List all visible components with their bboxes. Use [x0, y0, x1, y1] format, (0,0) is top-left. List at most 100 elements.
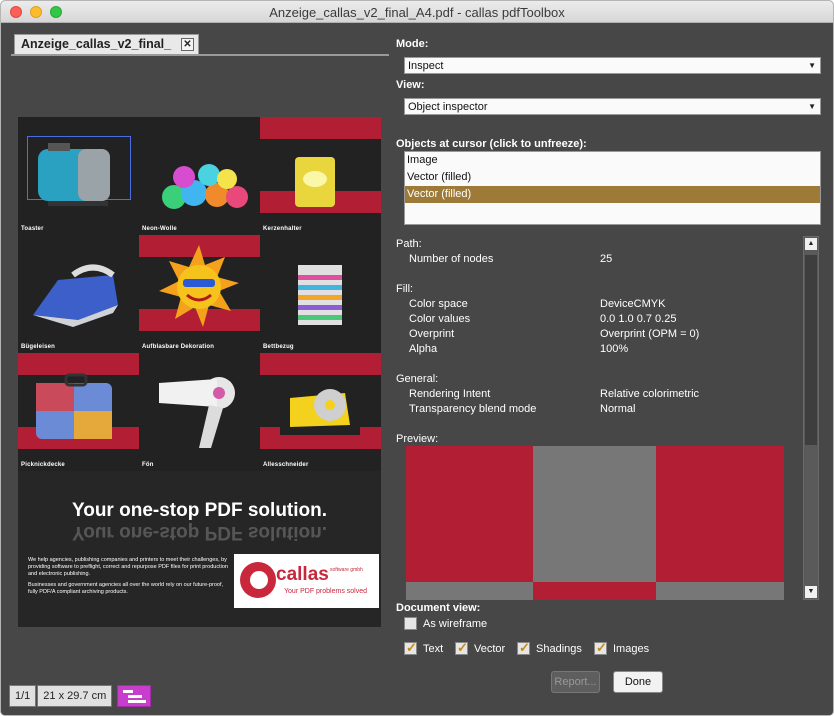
scroll-down-icon[interactable]: ▼ [805, 586, 817, 598]
chevron-down-icon: ▼ [808, 61, 816, 70]
wireframe-checkbox-box[interactable] [404, 617, 417, 630]
document-statusbar: 1/1 21 x 29.7 cm [9, 685, 152, 707]
path-heading: Path: [396, 238, 422, 250]
images-checkbox-box[interactable] [594, 640, 607, 656]
object-preview [406, 446, 784, 600]
shadings-checkbox-box[interactable] [517, 640, 530, 656]
list-item-selected[interactable]: Vector (filled) [405, 186, 820, 203]
pdf-page-preview[interactable]: Toaster Neon-Wolle Kerzenhalter Bügeleis… [18, 117, 381, 627]
toaster-icon [38, 143, 110, 206]
window-title: Anzeige_callas_v2_final_A4.pdf - callas … [269, 5, 565, 20]
fill-heading: Fill: [396, 283, 414, 295]
view-label: View: [396, 79, 425, 91]
ad-cell-picknickdecke[interactable]: Picknickdecke [18, 353, 139, 471]
overprint-label: Overprint [409, 328, 455, 340]
ad-cell-label: Aufblasbare Dekoration [142, 344, 215, 350]
color-space-label: Color space [409, 298, 468, 310]
structure-tree-icon[interactable] [117, 685, 152, 707]
preview-red-block [656, 446, 784, 582]
view-select-value: Object inspector [408, 101, 488, 113]
nodes-label: Number of nodes [409, 253, 494, 265]
page-size-indicator: 21 x 29.7 cm [37, 685, 113, 707]
ad-cell-neon-wolle[interactable]: Neon-Wolle [139, 117, 260, 235]
images-checkbox[interactable]: Images [594, 640, 650, 656]
mode-select-value: Inspect [408, 60, 444, 72]
color-values-value: 0.0 1.0 0.7 0.25 [600, 313, 677, 325]
ad-cell-buegeleisen[interactable]: Bügeleisen [18, 235, 139, 353]
ad-cell-label: Toaster [21, 226, 44, 232]
shadings-checkbox-label: Shadings [536, 642, 582, 655]
images-checkbox-label: Images [613, 642, 650, 655]
vector-checkbox-label: Vector [474, 642, 506, 655]
ad-body-paragraph: We help agencies, publishing companies a… [28, 557, 228, 577]
blend-mode-value: Normal [600, 403, 636, 415]
shadings-checkbox[interactable]: Shadings [517, 640, 582, 656]
title-bar: Anzeige_callas_v2_final_A4.pdf - callas … [1, 1, 833, 23]
slicer-icon [280, 389, 360, 435]
blend-mode-label: Transparency blend mode [409, 403, 537, 415]
document-tab-label: Anzeige_callas_v2_final_ [21, 37, 172, 51]
objects-label: Objects at cursor (click to unfreeze): [396, 138, 587, 150]
iron-icon [33, 264, 118, 327]
list-item[interactable]: Image [405, 152, 820, 169]
ad-cell-allesschneider[interactable]: Allesschneider [260, 353, 381, 471]
preview-red-block [533, 582, 656, 600]
rendering-intent-label: Rendering Intent [409, 388, 491, 400]
properties-scrollbar[interactable]: ▲ ▼ [803, 236, 819, 600]
mode-select[interactable]: Inspect ▼ [404, 57, 821, 74]
callas-logo-tagline: Your PDF problems solved [284, 588, 368, 595]
ad-cell-kerzenhalter[interactable]: Kerzenhalter [260, 117, 381, 235]
text-checkbox[interactable]: Text [404, 640, 444, 656]
ad-cell-label: Allesschneider [263, 462, 309, 468]
sun-icon [159, 245, 239, 327]
alpha-label: Alpha [409, 343, 438, 355]
hairdryer-icon [159, 377, 235, 448]
report-button[interactable]: Report... [551, 671, 600, 693]
ad-cell-aufblasbare-dekoration[interactable]: Aufblasbare Dekoration [139, 235, 260, 353]
bedding-icon [298, 265, 342, 325]
scroll-up-icon[interactable]: ▲ [805, 238, 817, 250]
ad-cell-label: Kerzenhalter [263, 226, 302, 232]
candle-holder-icon [295, 157, 335, 207]
ad-cell-toaster[interactable]: Toaster [18, 117, 139, 235]
done-button[interactable]: Done [613, 671, 663, 693]
chevron-down-icon: ▼ [808, 102, 816, 111]
picnic-blanket-icon [36, 373, 112, 439]
close-tab-icon[interactable]: ✕ [181, 38, 194, 51]
overprint-value: Overprint (OPM = 0) [600, 328, 700, 340]
ad-cell-label: Neon-Wolle [142, 226, 177, 232]
objects-list[interactable]: Image Vector (filled) Vector (filled) [404, 151, 821, 225]
document-pane: Anzeige_callas_v2_final_ ✕ Toaster Neon-… [1, 24, 389, 715]
general-heading: General: [396, 373, 439, 385]
preview-gray-block [533, 446, 656, 582]
vector-checkbox-box[interactable] [455, 640, 468, 656]
scroll-thumb[interactable] [805, 255, 817, 445]
document-tab[interactable]: Anzeige_callas_v2_final_ ✕ [14, 34, 199, 54]
callas-logo-mark [240, 562, 276, 598]
rendering-intent-value: Relative colorimetric [600, 388, 700, 400]
document-view-label: Document view: [396, 602, 481, 614]
vector-checkbox[interactable]: Vector [455, 640, 506, 656]
wireframe-checkbox[interactable]: As wireframe [404, 617, 487, 630]
alpha-value: 100% [600, 343, 629, 355]
view-select[interactable]: Object inspector ▼ [404, 98, 821, 115]
preview-gray-block [406, 582, 533, 600]
nodes-value: 25 [600, 253, 613, 265]
list-item[interactable]: Vector (filled) [405, 169, 820, 186]
app-window: Anzeige_callas_v2_final_A4.pdf - callas … [0, 0, 834, 716]
mode-label: Mode: [396, 38, 429, 50]
color-values-label: Color values [409, 313, 471, 325]
ad-body-text: We help agencies, publishing companies a… [28, 557, 228, 600]
inspector-pane: Mode: Inspect ▼ View: Object inspector ▼… [389, 24, 833, 715]
wireframe-checkbox-label: As wireframe [423, 617, 488, 630]
page-indicator: 1/1 [9, 685, 37, 707]
ad-cell-bettbezug[interactable]: Bettbezug [260, 235, 381, 353]
ad-headline-reflection: Your one-stop PDF solution. [71, 522, 328, 543]
callas-logo: callas software gmbh Your PDF problems s… [234, 554, 379, 608]
preview-gray-block [656, 582, 784, 600]
text-checkbox-box[interactable] [404, 640, 417, 656]
ad-cell-label: Fön [142, 462, 154, 468]
preview-label: Preview: [396, 433, 439, 445]
ad-cell-foen[interactable]: Fön [139, 353, 260, 471]
text-checkbox-label: Text [423, 642, 444, 655]
